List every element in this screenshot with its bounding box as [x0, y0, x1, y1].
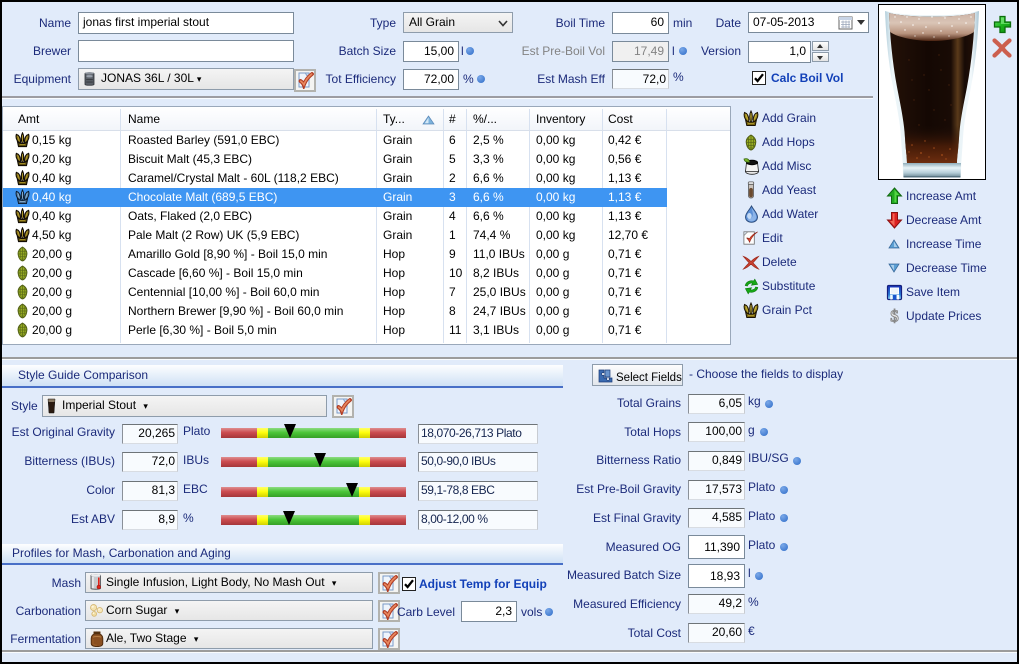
- svg-text:$: $: [890, 307, 899, 325]
